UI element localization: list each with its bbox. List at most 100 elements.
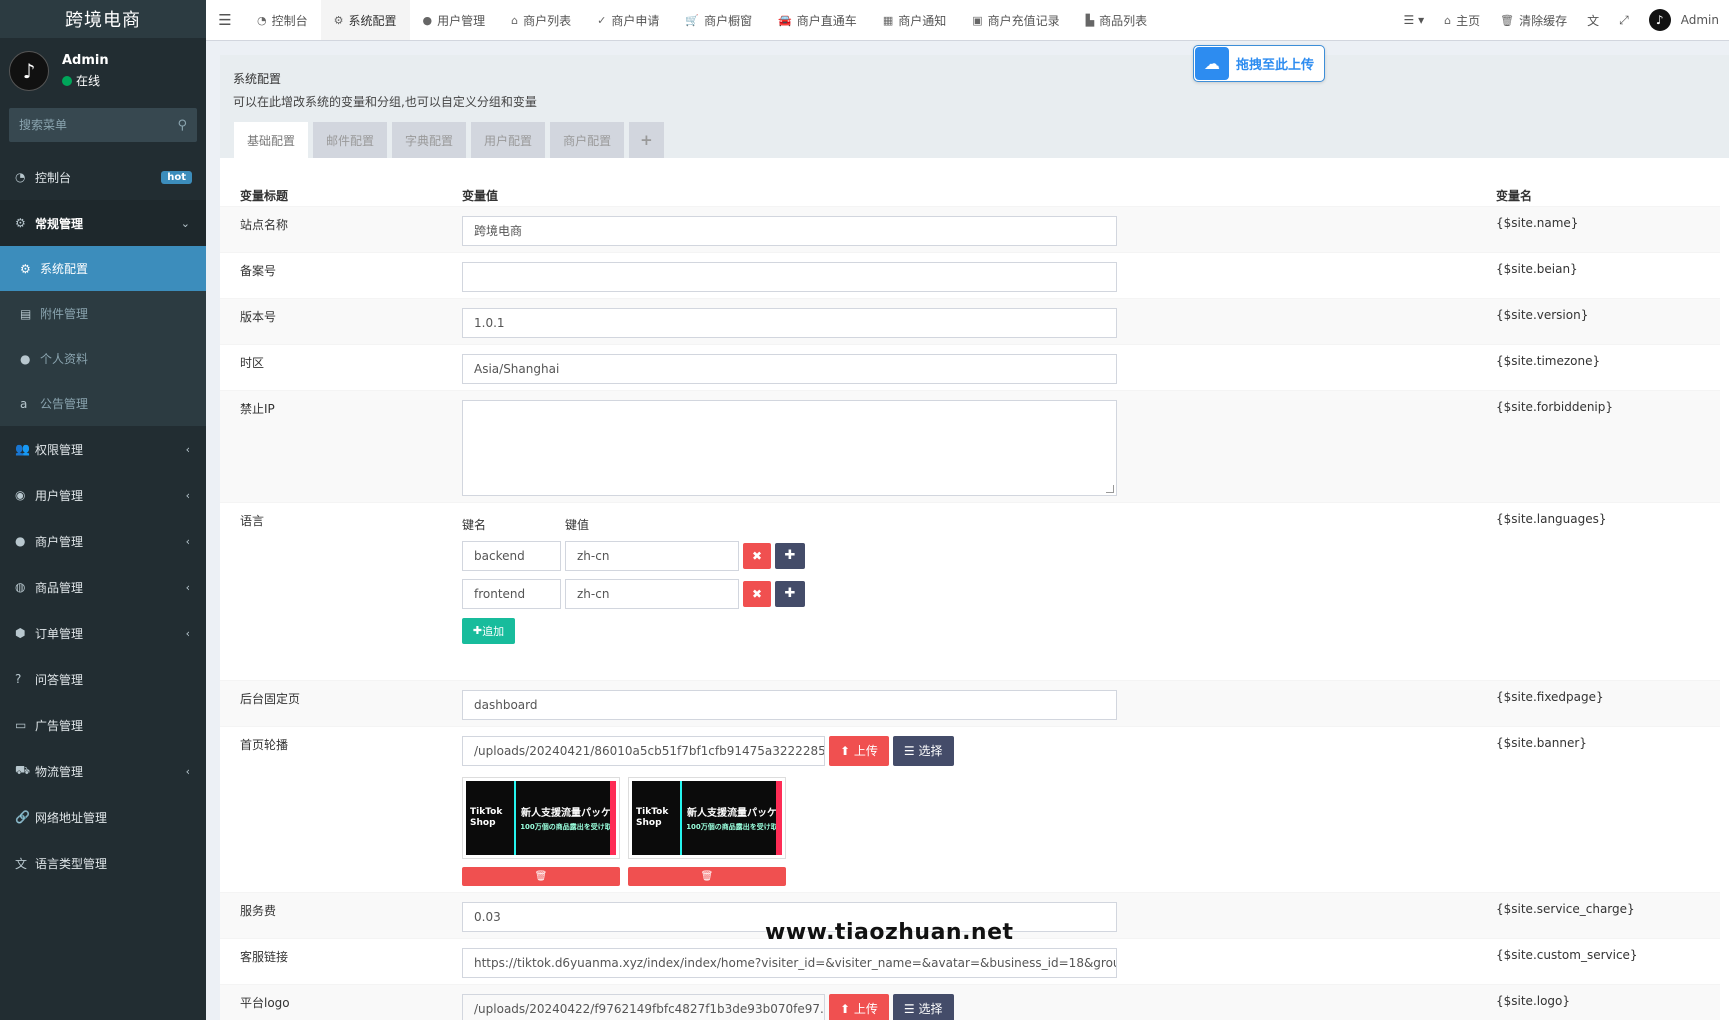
dashboard-icon: ◔: [257, 13, 267, 27]
fullscreen-icon[interactable]: ⤢: [1609, 0, 1639, 40]
tab-user-config[interactable]: 用户配置: [471, 122, 546, 158]
sidebar-item-orders[interactable]: ⬢ 订单管理 ‹: [0, 610, 206, 656]
upload-button[interactable]: ⬆ 上传: [829, 735, 889, 766]
tab-dashboard[interactable]: ◔ 控制台: [244, 0, 321, 40]
language-switch-icon[interactable]: 文: [1577, 0, 1609, 40]
upload-button[interactable]: ⬆ 上传: [829, 993, 889, 1020]
chevron-left-icon: ‹: [185, 626, 190, 640]
sidebar: 跨境电商 ♪ Admin 在线 ⚲ ◔ 控制台 hot ⚙ 常规管理 ⌄ ⚙ 系…: [0, 0, 206, 1020]
version-input[interactable]: 1.0.1: [462, 307, 1117, 338]
cloud-upload-icon: ☁: [1195, 47, 1229, 80]
sidebar-item-products[interactable]: ◍ 商品管理 ‹: [0, 564, 206, 610]
sidebar-item-logistics[interactable]: ⛟ 物流管理 ‹: [0, 748, 206, 794]
sidebar-item-qa[interactable]: ? 问答管理: [0, 656, 206, 702]
gear-icon: ⚙: [20, 261, 31, 276]
remove-row-button[interactable]: ✖: [743, 580, 771, 607]
delete-image-button[interactable]: 🗑: [628, 866, 786, 886]
select-button[interactable]: ☰ 选择: [892, 735, 954, 766]
sidebar-item-attachments[interactable]: ▤ 附件管理: [0, 291, 206, 336]
tab-merchant-application[interactable]: ✓ 商户申请: [584, 0, 672, 40]
tab-basic-config[interactable]: 基础配置: [234, 122, 309, 158]
more-menu-icon[interactable]: ☰ ▾: [1394, 0, 1435, 40]
money-icon: ▣: [972, 13, 983, 27]
sidebar-item-dashboard[interactable]: ◔ 控制台 hot: [0, 154, 206, 200]
trash-icon: 🗑: [534, 870, 548, 882]
banner-thumbnails: TikTok Shop 新人支援流量パッケ 100万個の商品露出を受け取 🗑 T…: [462, 776, 1476, 886]
search-icon[interactable]: ⚲: [177, 118, 187, 133]
banner-path-input[interactable]: /uploads/20240421/86010a5cb51f7bf1cfb914…: [462, 735, 825, 766]
car-icon: 🚘: [778, 13, 792, 27]
sidebar-toggle-icon[interactable]: ☰: [206, 0, 244, 40]
tab-system-config[interactable]: ⚙ 系统配置: [320, 0, 410, 40]
tab-dictionary-config[interactable]: 字典配置: [392, 122, 467, 158]
tab-merchant-config[interactable]: 商户配置: [550, 122, 625, 158]
tab-merchant-showcase[interactable]: 🛒 商户橱窗: [672, 0, 765, 40]
upload-icon: ⬆: [840, 743, 851, 758]
sidebar-item-network-address[interactable]: 🔗 网络地址管理: [0, 794, 206, 840]
cart-icon: 🛒: [685, 13, 700, 27]
banner-thumbnail[interactable]: TikTok Shop 新人支援流量パッケ 100万個の商品露出を受け取: [628, 776, 786, 859]
drag-move-icon[interactable]: ✚: [775, 542, 805, 569]
watermark: www.tiaozhuan.net: [765, 920, 1014, 945]
tab-email-config[interactable]: 邮件配置: [313, 122, 388, 158]
avatar: ♪: [9, 51, 49, 91]
language-value-input[interactable]: zh-cn: [565, 540, 739, 571]
file-image-icon: ▤: [20, 306, 32, 321]
timezone-input[interactable]: Asia/Shanghai: [462, 353, 1117, 384]
banner-thumbnail[interactable]: TikTok Shop 新人支援流量パッケ 100万個の商品露出を受け取: [462, 776, 620, 859]
home-link[interactable]: ⌂ 主页: [1434, 0, 1490, 40]
user-icon: ●: [422, 13, 433, 27]
sidebar-item-permissions[interactable]: 👥 权限管理 ‹: [0, 426, 206, 472]
logo-path-input[interactable]: /uploads/20240422/f9762149fbfc4827f1b3de…: [462, 993, 825, 1020]
beian-input[interactable]: [462, 261, 1117, 292]
list-item: TikTok Shop 新人支援流量パッケ 100万個の商品露出を受け取 🗑: [628, 776, 786, 886]
credit-card-icon: ▭: [15, 718, 27, 732]
product-icon: ◍: [15, 580, 26, 594]
search-input[interactable]: [19, 118, 169, 132]
table-row: 禁止IP {$site.forbiddenip}: [220, 389, 1720, 502]
tab-product-list[interactable]: ▙ 商品列表: [1073, 0, 1160, 40]
drag-move-icon[interactable]: ✚: [775, 580, 805, 607]
user-name: Admin: [62, 53, 109, 68]
sidebar-item-language-types[interactable]: 文 语言类型管理: [0, 840, 206, 886]
site-name-input[interactable]: 跨境电商: [462, 215, 1117, 246]
delete-image-button[interactable]: 🗑: [462, 866, 620, 886]
sidebar-item-users[interactable]: ◉ 用户管理 ‹: [0, 472, 206, 518]
select-button[interactable]: ☰ 选择: [892, 993, 954, 1020]
tab-merchant-notice[interactable]: ▦ 商户通知: [870, 0, 959, 40]
fixed-page-input[interactable]: dashboard: [462, 689, 1117, 720]
clear-cache-button[interactable]: 🗑 清除缓存: [1490, 0, 1577, 40]
sidebar-item-profile[interactable]: ● 个人资料: [0, 336, 206, 381]
user-circle-icon: ◉: [15, 488, 26, 502]
plus-icon: ✚: [472, 624, 483, 637]
sidebar-item-merchants[interactable]: ● 商户管理 ‹: [0, 518, 206, 564]
top-navbar: ☰ ◔ 控制台 ⚙ 系统配置 ● 用户管理 ⌂ 商户列表 ✓ 商户申请 🛒 商户橱窗 🚘 商户…: [206, 0, 1729, 41]
sidebar-item-announcements[interactable]: a 公告管理: [0, 381, 206, 426]
cube-icon: ⬢: [15, 626, 26, 640]
language-key-input[interactable]: backend: [462, 540, 561, 571]
list-item: TikTok Shop 新人支援流量パッケ 100万個の商品露出を受け取 🗑: [462, 776, 620, 886]
sidebar-item-general[interactable]: ⚙ 常规管理 ⌄: [0, 200, 206, 246]
remove-row-button[interactable]: ✖: [743, 542, 771, 569]
sidebar-item-system-config[interactable]: ⚙ 系统配置: [0, 246, 206, 291]
append-button[interactable]: ✚ 追加: [462, 617, 515, 644]
tab-merchant-list[interactable]: ⌂ 商户列表: [498, 0, 584, 40]
key-label: 键名: [462, 517, 487, 532]
tab-merchant-recharge[interactable]: ▣ 商户充值记录: [959, 0, 1072, 40]
custom-service-input[interactable]: https://tiktok.d6yuanma.xyz/index/index/…: [462, 947, 1117, 978]
language-value-input[interactable]: zh-cn: [565, 578, 739, 609]
forbidden-ip-textarea[interactable]: [462, 399, 1117, 496]
language-key-input[interactable]: frontend: [462, 578, 561, 609]
tab-user-management[interactable]: ● 用户管理: [410, 0, 499, 40]
drag-upload-button[interactable]: ☁ 拖拽至此上传: [1193, 45, 1325, 82]
panel-heading: 系统配置 可以在此增改系统的变量和分组,也可以自定义分组和变量 基础配置 邮件配…: [220, 55, 1729, 158]
sidebar-item-ads[interactable]: ▭ 广告管理: [0, 702, 206, 748]
brand-logo[interactable]: 跨境电商: [0, 0, 206, 38]
chevron-down-icon: ⌄: [180, 216, 190, 230]
table-row: 站点名称 跨境电商 {$site.name}: [220, 205, 1720, 252]
tab-merchant-express[interactable]: 🚘 商户直通车: [765, 0, 870, 40]
user-menu[interactable]: ♪ Admin: [1639, 0, 1729, 40]
home-icon: ⌂: [1444, 13, 1452, 27]
add-tab-button[interactable]: +: [629, 122, 664, 158]
config-tabs: 基础配置 邮件配置 字典配置 用户配置 商户配置 +: [234, 122, 669, 158]
